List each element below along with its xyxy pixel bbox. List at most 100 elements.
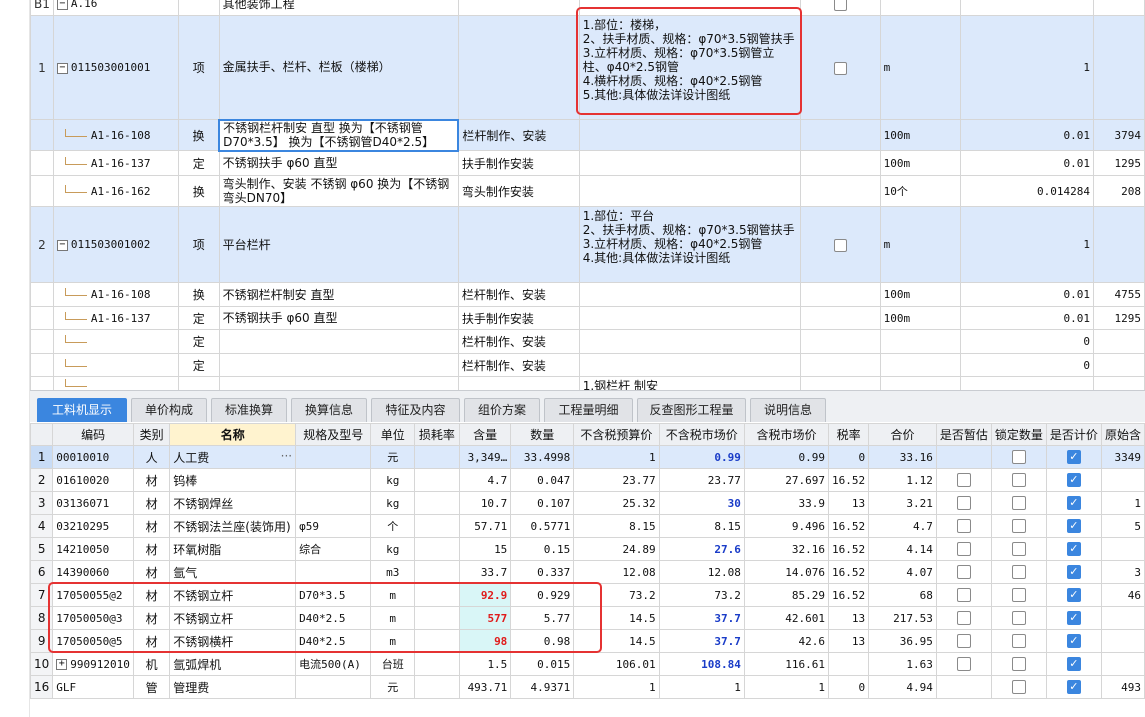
- checkbox[interactable]: [833, 238, 847, 252]
- row-index[interactable]: 10: [29, 652, 54, 676]
- work-content[interactable]: 扶手制作安装: [457, 306, 580, 330]
- cell-code[interactable]: 17050050@3: [52, 606, 134, 630]
- cell-name[interactable]: 人工费 ···: [169, 445, 297, 469]
- is-priced-checkbox[interactable]: ✓: [1066, 542, 1081, 557]
- lock-quantity-checkbox[interactable]: [1011, 634, 1026, 649]
- lock-quantity-checkbox[interactable]: [1011, 588, 1026, 603]
- item-features[interactable]: 1.部位：楼梯， 2、扶手材质、规格：φ70*3.5钢管扶手 3.立杆材质、规格…: [578, 15, 801, 120]
- col-header-original-content[interactable]: 原始含: [1100, 423, 1145, 446]
- tab-labor-material-machine[interactable]: 工料机显示: [37, 398, 127, 422]
- item-quantity[interactable]: 0.01: [960, 306, 1094, 330]
- item-quantity[interactable]: 0.01: [960, 150, 1094, 176]
- resource-row[interactable]: 4 03210295 材不锈钢法兰座(装饰用) φ59 个 57.71 0.5771 8.15…: [29, 514, 1145, 538]
- item-features[interactable]: [578, 353, 801, 377]
- col-header-is-priced[interactable]: 是否计价: [1045, 423, 1102, 446]
- resource-row[interactable]: 7 17050055@2 材不锈钢立杆 D70*3.5 m 92.9 0.929 73.2 73…: [29, 583, 1145, 607]
- row-index[interactable]: 5: [29, 537, 54, 561]
- work-content[interactable]: 栏杆制作、安装: [457, 353, 580, 377]
- quota-row[interactable]: A1-16-137 定不锈钢扶手 φ60 直型 扶手制作安装 100m 0.01 1295: [30, 150, 1145, 176]
- cell-spec[interactable]: D70*3.5: [295, 583, 372, 607]
- cell-spec[interactable]: [295, 445, 372, 469]
- row-index[interactable]: 7: [29, 583, 54, 607]
- cell-market-price[interactable]: 30: [658, 491, 745, 515]
- item-features[interactable]: [578, 282, 801, 307]
- item-features[interactable]: 1.部位：平台 2、扶手材质、规格：φ70*3.5钢管扶手 3.立杆材质、规格：…: [578, 206, 801, 283]
- col-header-spec[interactable]: 规格及型号: [295, 423, 372, 446]
- col-header-code[interactable]: 编码: [52, 423, 134, 446]
- cell-spec[interactable]: [295, 675, 372, 699]
- col-header-is-estimated[interactable]: 是否暂估: [935, 423, 992, 446]
- collapse-icon[interactable]: −: [56, 62, 68, 74]
- tab-conversion-info[interactable]: 换算信息: [291, 398, 367, 422]
- item-name[interactable]: [218, 353, 459, 377]
- cell-content[interactable]: 3,349…: [458, 445, 512, 469]
- cell-loss-rate[interactable]: [414, 537, 460, 561]
- is-priced-checkbox[interactable]: ✓: [1066, 519, 1081, 534]
- cell-content[interactable]: 4.7: [458, 468, 512, 492]
- cell-content[interactable]: 577: [458, 606, 512, 630]
- item-quantity[interactable]: 0.014284: [960, 175, 1094, 207]
- col-header-total[interactable]: 合价: [868, 423, 937, 446]
- tab-standard-conversion[interactable]: 标准换算: [211, 398, 287, 422]
- bill-item-row[interactable]: 2−011503001002 项平台栏杆 1.部位：平台 2、扶手材质、规格：φ70…: [30, 206, 1145, 283]
- item-features[interactable]: [578, 150, 801, 176]
- resource-row[interactable]: 5 14210050 材环氧树脂 综合 kg 15 0.15 24.89 27.6 32.16 16…: [29, 537, 1145, 561]
- cell-name[interactable]: 不锈钢立杆: [169, 606, 297, 630]
- work-content[interactable]: 弯头制作安装: [457, 175, 580, 207]
- collapse-icon[interactable]: −: [56, 0, 68, 10]
- resource-row[interactable]: 3 03136071 材不锈钢焊丝 kg 10.7 0.107 25.32 30 33.9 13 3…: [29, 491, 1145, 515]
- cell-spec[interactable]: [295, 468, 372, 492]
- cell-market-price[interactable]: 27.6: [658, 537, 745, 561]
- lock-quantity-checkbox[interactable]: [1011, 473, 1026, 488]
- cell-loss-rate[interactable]: [414, 629, 460, 653]
- item-name[interactable]: 不锈钢栏杆制安 直型: [218, 282, 459, 307]
- cell-name[interactable]: 环氧树脂: [169, 537, 297, 561]
- cell-content[interactable]: 57.71: [458, 514, 512, 538]
- item-quantity[interactable]: 0.01: [960, 119, 1094, 151]
- cell-code[interactable]: GLF: [52, 675, 134, 699]
- is-estimated-checkbox[interactable]: [956, 565, 971, 580]
- cell-name[interactable]: 管理费: [169, 675, 297, 699]
- resource-row[interactable]: 10 +990912010 机氩弧焊机 电流500(A) 台班 1.5 0.015 106.0…: [29, 652, 1145, 676]
- tab-pricing-scheme[interactable]: 组价方案: [464, 398, 540, 422]
- is-estimated-checkbox[interactable]: [956, 634, 971, 649]
- cell-content[interactable]: 92.9: [458, 583, 512, 607]
- is-estimated-checkbox[interactable]: [956, 542, 971, 557]
- is-priced-checkbox[interactable]: ✓: [1066, 611, 1081, 626]
- lock-quantity-checkbox[interactable]: [1011, 542, 1026, 557]
- item-quantity[interactable]: 1: [960, 15, 1094, 120]
- cell-code[interactable]: 14210050: [52, 537, 134, 561]
- is-estimated-checkbox[interactable]: [956, 611, 971, 626]
- lock-quantity-checkbox[interactable]: [1011, 450, 1026, 465]
- cell-spec[interactable]: 综合: [295, 537, 372, 561]
- cell-spec[interactable]: D40*2.5: [295, 606, 372, 630]
- row-index[interactable]: 2: [29, 468, 54, 492]
- row-index[interactable]: 8: [29, 606, 54, 630]
- cell-market-price[interactable]: 23.77: [658, 468, 745, 492]
- cell-spec[interactable]: φ59: [295, 514, 372, 538]
- is-priced-checkbox[interactable]: ✓: [1066, 634, 1081, 649]
- is-priced-checkbox[interactable]: ✓: [1066, 496, 1081, 511]
- quota-row[interactable]: 定 栏杆制作、安装 0: [30, 329, 1145, 354]
- cell-content[interactable]: 98: [458, 629, 512, 653]
- lock-quantity-checkbox[interactable]: [1011, 519, 1026, 534]
- item-name[interactable]: 平台栏杆: [218, 206, 459, 283]
- cell-loss-rate[interactable]: [414, 652, 460, 676]
- cell-code[interactable]: 17050055@2: [52, 583, 134, 607]
- cell-content[interactable]: 33.7: [458, 560, 512, 584]
- item-name[interactable]: 不锈钢栏杆制安 直型 换为【不锈钢管D70*3.5】 换为【不锈钢管D40*2.…: [218, 118, 460, 152]
- resource-row[interactable]: 16 GLF 管管理费 元 493.71 4.9371 1 1 1 0 4.94 ✓ 493: [29, 675, 1145, 699]
- cell-content[interactable]: 493.71: [458, 675, 512, 699]
- quota-row[interactable]: A1-16-137 定不锈钢扶手 φ60 直型 扶手制作安装 100m 0.01 1295: [30, 306, 1145, 330]
- cell-code[interactable]: 14390060: [52, 560, 134, 584]
- quota-row[interactable]: 定 栏杆制作、安装 0: [30, 353, 1145, 377]
- cell-name[interactable]: 不锈钢立杆: [169, 583, 297, 607]
- checkbox[interactable]: [833, 61, 847, 75]
- cell-market-price[interactable]: 73.2: [658, 583, 745, 607]
- item-name[interactable]: 金属扶手、栏杆、栏板（楼梯）: [218, 15, 459, 120]
- cell-market-price[interactable]: 37.7: [658, 606, 745, 630]
- is-priced-checkbox[interactable]: ✓: [1066, 473, 1081, 488]
- is-priced-checkbox[interactable]: ✓: [1066, 450, 1081, 465]
- is-estimated-checkbox[interactable]: [956, 588, 971, 603]
- cell-loss-rate[interactable]: [414, 583, 460, 607]
